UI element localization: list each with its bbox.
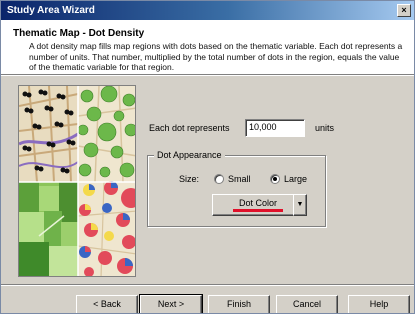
- title-bar: Study Area Wizard ×: [1, 1, 414, 20]
- help-button[interactable]: Help: [348, 295, 410, 313]
- help-button-label: Help: [369, 299, 389, 309]
- dot-color-label: Dot Color: [238, 198, 277, 208]
- map-preview-image: [18, 85, 136, 277]
- pie-dots-quadrant: [77, 181, 135, 276]
- dot-color-button[interactable]: Dot Color: [212, 194, 304, 216]
- units-per-dot-input[interactable]: 10,000: [245, 119, 305, 137]
- dot-color-dropdown[interactable]: ▼: [293, 194, 307, 216]
- each-dot-label: Each dot represents: [149, 123, 230, 133]
- finish-button-label: Finish: [226, 299, 251, 309]
- chevron-down-icon: ▼: [296, 201, 304, 208]
- street-map-quadrant: [19, 86, 79, 183]
- back-button[interactable]: < Back: [76, 295, 138, 313]
- dot-appearance-legend: Dot Appearance: [154, 150, 225, 160]
- next-button-label: Next >: [157, 299, 185, 309]
- green-mosaic-quadrant: [19, 182, 78, 276]
- close-icon: ×: [401, 5, 407, 15]
- size-large-label[interactable]: Large: [284, 174, 307, 184]
- back-button-label: < Back: [93, 299, 121, 309]
- cancel-button-label: Cancel: [292, 299, 321, 309]
- green-circles-quadrant: [77, 86, 135, 183]
- header-divider: [1, 75, 414, 76]
- finish-button[interactable]: Finish: [208, 295, 270, 313]
- map-preview-illustration: [19, 86, 135, 276]
- size-label: Size:: [179, 174, 200, 184]
- next-button[interactable]: Next >: [139, 294, 203, 313]
- size-large-radio[interactable]: [270, 174, 280, 184]
- page-description: A dot density map fills map regions with…: [29, 41, 403, 72]
- dot-appearance-group: Dot Appearance Size: Small Large Dot Col…: [147, 150, 326, 227]
- size-small-label[interactable]: Small: [228, 174, 251, 184]
- close-button[interactable]: ×: [397, 4, 411, 17]
- wizard-header: Thematic Map - Dot Density A dot density…: [1, 20, 414, 75]
- page-title: Thematic Map - Dot Density: [13, 28, 145, 39]
- wizard-window: Study Area Wizard × Thematic Map - Dot D…: [0, 0, 415, 314]
- units-label: units: [315, 123, 335, 133]
- cancel-button[interactable]: Cancel: [276, 295, 338, 313]
- dot-color-swatch: [233, 209, 283, 212]
- window-title: Study Area Wizard: [7, 5, 95, 16]
- size-small-radio[interactable]: [214, 174, 224, 184]
